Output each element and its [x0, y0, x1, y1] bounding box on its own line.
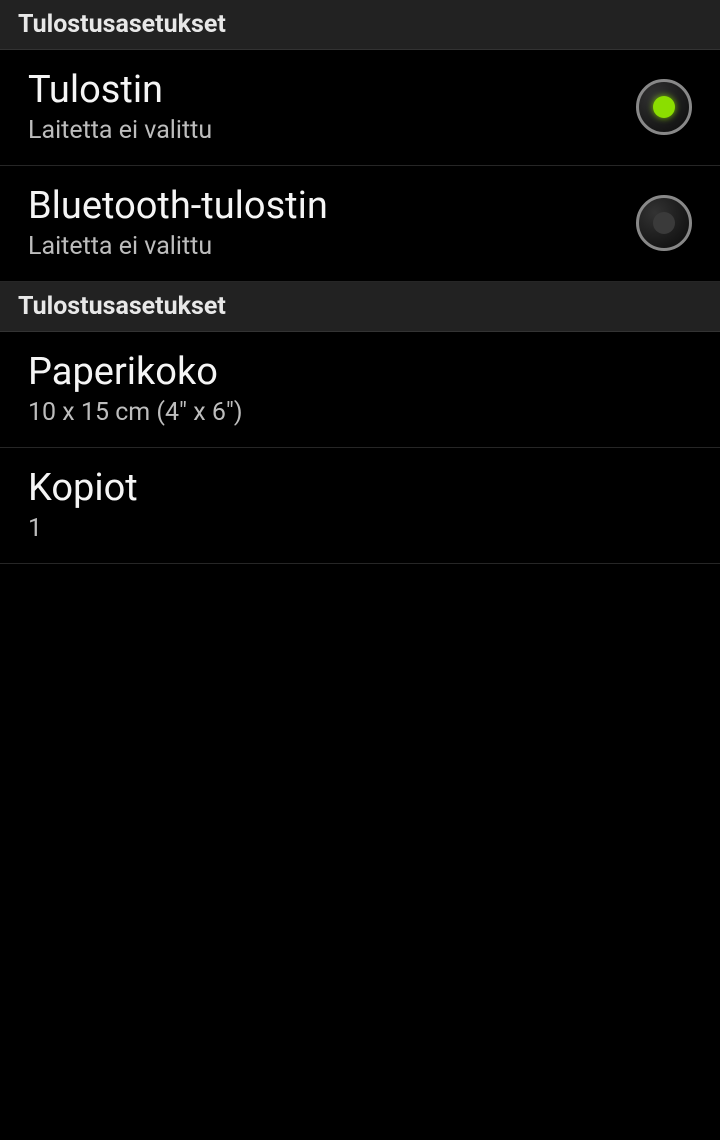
printer-radio[interactable] — [636, 79, 692, 135]
section-header-label: Tulostusasetukset — [18, 10, 226, 39]
bluetooth-printer-row[interactable]: Bluetooth-tulostin Laitetta ei valittu — [0, 166, 720, 282]
paper-size-row[interactable]: Paperikoko 10 x 15 cm (4″ x 6″) — [0, 332, 720, 448]
printer-title: Tulostin — [28, 68, 212, 112]
printer-subtitle: Laitetta ei valittu — [28, 116, 212, 145]
paper-size-subtitle: 10 x 15 cm (4″ x 6″) — [28, 398, 243, 427]
copies-text: Kopiot 1 — [28, 466, 138, 543]
bluetooth-printer-text: Bluetooth-tulostin Laitetta ei valittu — [28, 184, 328, 261]
section-header-print-settings-top: Tulostusasetukset — [0, 0, 720, 50]
section-header-label: Tulostusasetukset — [18, 292, 226, 321]
section-header-print-settings-bottom: Tulostusasetukset — [0, 282, 720, 332]
paper-size-text: Paperikoko 10 x 15 cm (4″ x 6″) — [28, 350, 243, 427]
copies-subtitle: 1 — [28, 514, 138, 543]
bluetooth-printer-subtitle: Laitetta ei valittu — [28, 232, 328, 261]
bluetooth-printer-title: Bluetooth-tulostin — [28, 184, 328, 228]
radio-unselected-icon — [653, 212, 675, 234]
printer-text: Tulostin Laitetta ei valittu — [28, 68, 212, 145]
printer-row[interactable]: Tulostin Laitetta ei valittu — [0, 50, 720, 166]
copies-row[interactable]: Kopiot 1 — [0, 448, 720, 564]
paper-size-title: Paperikoko — [28, 350, 243, 394]
copies-title: Kopiot — [28, 466, 138, 510]
radio-selected-icon — [653, 96, 675, 118]
bluetooth-printer-radio[interactable] — [636, 195, 692, 251]
